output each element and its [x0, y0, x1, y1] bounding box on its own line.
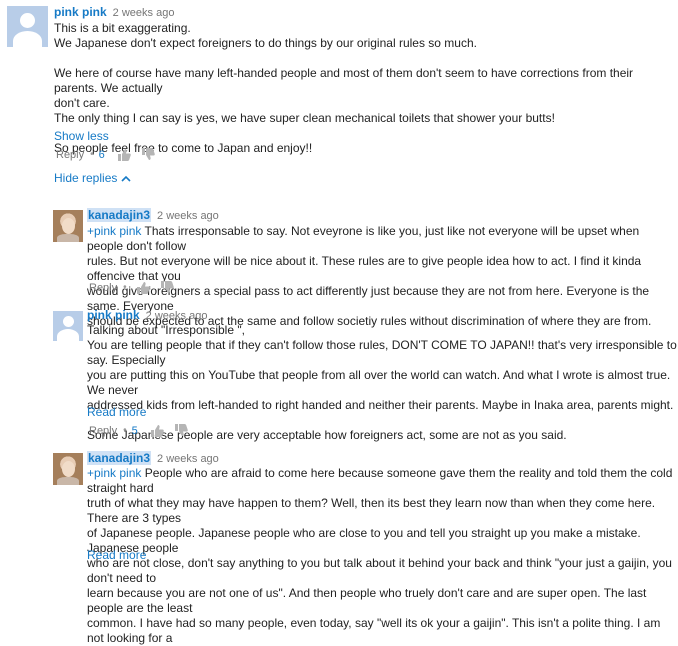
comment-line: The only thing I can say is yes, we have…: [54, 111, 555, 125]
thumbs-up-icon[interactable]: [136, 281, 150, 294]
reply-button[interactable]: Reply: [89, 282, 117, 294]
reply-line-text: People who are afraid to come here becau…: [87, 466, 673, 495]
hide-replies-label: Hide replies: [54, 171, 118, 185]
reply-author[interactable]: kanadajin3: [87, 451, 152, 465]
avatar[interactable]: [7, 6, 48, 47]
profile-photo-shirt: [57, 234, 79, 242]
like-count: 5: [131, 424, 138, 437]
read-more-link[interactable]: Read more: [87, 405, 146, 419]
reply-line: +pink pink People who are afraid to come…: [87, 466, 677, 496]
reply-timestamp[interactable]: 2 weeks ago: [157, 453, 219, 465]
comment-thread: pink pink 2 weeks ago This is a bit exagg…: [0, 0, 678, 645]
reply-author[interactable]: pink pink: [87, 308, 140, 322]
profile-photo-face: [62, 461, 75, 477]
avatar[interactable]: [53, 210, 83, 242]
reply-text: +pink pink People who are afraid to come…: [87, 466, 677, 646]
reply-header: pink pink 2 weeks ago: [87, 308, 207, 322]
reply-line: You are telling people that if they can'…: [87, 338, 677, 367]
reply-line: common. I have had so many people, even …: [87, 616, 661, 645]
comment-text: This is a bit exaggerating. We Japanese …: [54, 21, 674, 156]
comment-header: pink pink 2 weeks ago: [54, 5, 174, 19]
reply-line: learn because you are not one of us". An…: [87, 586, 647, 615]
comment-author[interactable]: pink pink: [54, 5, 107, 19]
reply-line: rules. But not everyone will be nice abo…: [87, 254, 642, 283]
reply-button[interactable]: Reply: [89, 425, 117, 437]
like-count: 6: [98, 148, 105, 161]
reply-button[interactable]: Reply: [56, 149, 84, 161]
thumbs-up-icon[interactable]: [150, 424, 164, 437]
default-user-icon: [63, 316, 74, 327]
reply-line: who are not close, don't say anything to…: [87, 556, 672, 585]
profile-photo-face: [62, 218, 75, 234]
comment-line: This is a bit exaggerating.: [54, 21, 191, 35]
hide-replies-toggle[interactable]: Hide replies: [54, 171, 131, 185]
reply-header: kanadajin3 2 weeks ago: [87, 208, 219, 222]
comment-actions: Reply • 6: [56, 148, 161, 161]
reply-actions: Reply •: [89, 281, 180, 294]
reply-line: addressed kids from left-handed to right…: [87, 398, 674, 412]
reply-line: +pink pink Thats irresponsable to say. N…: [87, 224, 677, 254]
reply-timestamp[interactable]: 2 weeks ago: [157, 210, 219, 222]
reply-line: you are putting this on YouTube that peo…: [87, 368, 671, 397]
avatar[interactable]: [53, 311, 83, 341]
default-user-body: [13, 31, 42, 47]
avatar[interactable]: [53, 453, 83, 485]
reply-actions: Reply • 5: [89, 424, 194, 437]
reply-line-text: Thats irresponsable to say. Not eveyrone…: [87, 224, 640, 253]
comment-line: We Japanese don't expect foreigners to d…: [54, 36, 477, 50]
comment-timestamp[interactable]: 2 weeks ago: [113, 7, 175, 19]
reply-line: truth of what they may have happen to th…: [87, 496, 656, 525]
profile-photo-shirt: [57, 477, 79, 485]
mention-link[interactable]: +pink pink: [87, 466, 141, 480]
thumbs-down-icon[interactable]: [160, 281, 174, 294]
reply-line: Talking about "Irresponsible ",: [87, 323, 245, 337]
separator-dot: •: [123, 282, 127, 293]
chevron-up-icon: [121, 176, 131, 182]
thumbs-up-icon[interactable]: [117, 148, 131, 161]
reply-author[interactable]: kanadajin3: [87, 208, 152, 222]
show-less-link[interactable]: Show less: [54, 129, 109, 143]
thumbs-down-icon[interactable]: [174, 424, 188, 437]
mention-link[interactable]: +pink pink: [87, 224, 141, 238]
default-user-body: [57, 329, 79, 341]
read-more-link[interactable]: Read more: [87, 548, 146, 562]
separator-dot: •: [90, 149, 94, 160]
separator-dot: •: [123, 425, 127, 436]
reply-header: kanadajin3 2 weeks ago: [87, 451, 219, 465]
thumbs-down-icon[interactable]: [141, 148, 155, 161]
default-user-icon: [20, 13, 35, 28]
comment-line: We here of course have many left-handed …: [54, 66, 634, 95]
reply-timestamp[interactable]: 2 weeks ago: [146, 310, 208, 322]
comment-line: don't care.: [54, 96, 110, 110]
reply-line: of Japanese people. Japanese people who …: [87, 526, 641, 555]
